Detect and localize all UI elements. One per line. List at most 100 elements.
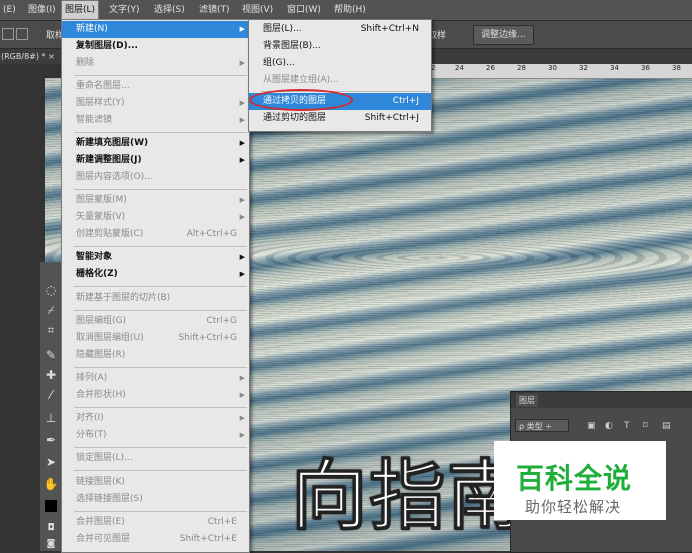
menu-item-label: 图层蒙版(M) (76, 195, 127, 206)
menu-item[interactable]: 复制图层(D)... (62, 38, 249, 55)
submenu-arrow-icon: ▶ (239, 99, 245, 107)
ruler-tick: 24 (455, 64, 464, 72)
menu-item[interactable]: 背景图层(B)... (249, 38, 431, 55)
menu-item: 从图层建立组(A)... (249, 72, 431, 89)
menu-item: 删除 ▶ (62, 55, 249, 72)
selection-mode-icon[interactable] (16, 28, 28, 40)
quick-mask-icon[interactable]: ◙ (43, 536, 59, 552)
menu-type[interactable]: 文字(Y) (106, 0, 143, 20)
menu-separator (74, 131, 247, 133)
adjustment-filter-icon[interactable]: ◐ (605, 421, 613, 431)
menu-item-label: 图层内容选项(O)... (76, 172, 153, 182)
submenu-arrow-icon: ▶ (239, 196, 245, 205)
menu-item[interactable]: 图层(L)... Shift+Ctrl+N (249, 21, 431, 38)
menu-item: 链接图层(K) (62, 474, 249, 491)
path-selection-tool-icon[interactable]: ➤ (43, 454, 59, 470)
eyedropper-tool-icon[interactable]: ✎ (43, 347, 59, 363)
menu-item-label: 合并形状(H) (76, 389, 126, 400)
menu-item-label: 新建填充图层(W) (76, 138, 149, 149)
menu-item: 排列(A) ▶ (62, 370, 249, 387)
menu-item-label: 链接图层(K) (76, 476, 125, 487)
menu-bar: (E) 图像(I) 图层(L) 文字(Y) 选择(S) 滤镜(T) 视图(V) … (0, 0, 692, 21)
menu-item-label: 图层(L)... (263, 24, 302, 34)
tools-panel: ◌ ⌿ ⌗ ✎ ✚ ⁄ ⊥ ✒ ➤ ✋ ◘ ◙ (40, 262, 63, 551)
submenu-arrow-icon: ▶ (239, 139, 245, 148)
menu-separator (74, 510, 247, 512)
menu-item-shortcut: Ctrl+E (207, 516, 237, 527)
menu-item-shortcut: Shift+Ctrl+E (179, 533, 237, 544)
menu-filter[interactable]: 滤镜(T) (196, 0, 233, 20)
layers-panel-header: 图层 (511, 392, 692, 408)
menu-window[interactable]: 窗口(W) (284, 0, 324, 20)
logo-title: 百科全说 (516, 462, 633, 495)
menu-select[interactable]: 选择(S) (151, 0, 188, 20)
menu-edit[interactable]: (E) (0, 0, 19, 20)
menu-item-label: 复制图层(D)... (76, 40, 138, 51)
menu-item-label: 通过剪切的图层 (263, 113, 327, 123)
menu-item-label: 锁定图层(L)... (76, 453, 133, 464)
menu-layer[interactable]: 图层(L) (61, 0, 100, 20)
menu-item-label: 矢量蒙版(V) (76, 212, 126, 223)
menu-item: 图层编组(G) Ctrl+G (62, 313, 249, 330)
menu-item[interactable]: 新建调整图层(J) ▶ (62, 152, 249, 169)
menu-image[interactable]: 图像(I) (25, 0, 59, 20)
submenu-arrow-icon: ▶ (239, 414, 245, 423)
menu-item-label: 合并图层(E) (76, 516, 125, 527)
menu-separator (74, 188, 247, 190)
healing-brush-tool-icon[interactable]: ✚ (43, 367, 59, 383)
crop-tool-icon[interactable]: ⌗ (43, 322, 59, 338)
hand-tool-icon[interactable]: ✋ (43, 476, 59, 492)
menu-item: 新建基于图层的切片(B) (62, 290, 249, 307)
logo-subtitle: 助你轻松解决 (525, 498, 622, 516)
document-tab[interactable]: (RGB/8#) * × (0, 49, 55, 64)
lasso-tool-icon[interactable]: ◌ (43, 282, 59, 298)
menu-help[interactable]: 帮助(H) (331, 0, 369, 20)
ruler-tick: 36 (641, 64, 650, 72)
menu-item-label: 创建剪贴蒙版(C) (76, 229, 144, 240)
menu-item[interactable]: 通过剪切的图层 Shift+Ctrl+J (249, 110, 431, 127)
menu-item-label: 新建调整图层(J) (76, 155, 142, 166)
menu-item[interactable]: 栅格化(Z) ▶ (62, 266, 249, 283)
menu-item-shortcut: Ctrl+G (206, 315, 237, 326)
menu-item: 矢量蒙版(V) ▶ (62, 209, 249, 226)
type-filter-icon[interactable]: T (624, 421, 630, 431)
submenu-arrow-icon: ▶ (239, 431, 245, 440)
menu-item[interactable]: 智能对象 ▶ (62, 249, 249, 266)
tool-preset-icon[interactable] (2, 28, 14, 40)
stamp-tool-icon[interactable]: ⊥ (43, 410, 59, 426)
highlight-oval (249, 89, 353, 111)
menu-item[interactable]: 组(G)... (249, 55, 431, 72)
submenu-arrow-icon: ▶ (239, 115, 245, 124)
menu-item: 选择链接图层(S) (62, 491, 249, 508)
menu-item-label: 图层编组(G) (76, 315, 126, 326)
layer-filter-select[interactable]: ρ 类型 ÷ (515, 419, 569, 432)
menu-item[interactable]: 新建填充图层(W) ▶ (62, 135, 249, 152)
menu-item[interactable]: 新建(N) ▶ (62, 21, 249, 38)
menu-item-shortcut: Shift+Ctrl+N (360, 24, 419, 34)
layers-panel-title[interactable]: 图层 (516, 394, 538, 407)
menu-view[interactable]: 视图(V) (239, 0, 276, 20)
submenu-arrow-icon: ▶ (239, 390, 245, 399)
shape-filter-icon[interactable]: ⌑ (643, 421, 648, 431)
menu-item-label: 隐藏图层(R) (76, 349, 126, 360)
pixel-filter-icon[interactable]: ▣ (587, 421, 596, 431)
menu-separator (74, 406, 247, 408)
ruler-tick: 30 (548, 64, 557, 72)
foreground-color-swatch[interactable] (45, 500, 57, 512)
default-colors-icon[interactable]: ◘ (43, 520, 59, 536)
ruler-tick: 28 (517, 64, 526, 72)
menu-item-label: 栅格化(Z) (76, 269, 118, 280)
submenu-arrow-icon: ▶ (239, 58, 245, 67)
menu-item-label: 新建基于图层的切片(B) (76, 292, 171, 303)
magic-wand-tool-icon[interactable]: ⌿ (43, 302, 59, 318)
refine-edge-button[interactable]: 调整边缘... (473, 25, 534, 45)
brush-tool-icon[interactable]: ⁄ (43, 387, 59, 403)
pen-tool-icon[interactable]: ✒ (43, 432, 59, 448)
menu-item-label: 背景图层(B)... (263, 41, 321, 51)
submenu-arrow-icon: ▶ (239, 253, 245, 262)
menu-item-label: 智能滤镜 (76, 114, 113, 125)
menu-item: 取消图层编组(U) Shift+Ctrl+G (62, 330, 249, 347)
smart-object-filter-icon[interactable]: ▤ (662, 421, 671, 431)
menu-item-label: 删除 (76, 57, 95, 68)
submenu-arrow-icon: ▶ (239, 156, 245, 165)
